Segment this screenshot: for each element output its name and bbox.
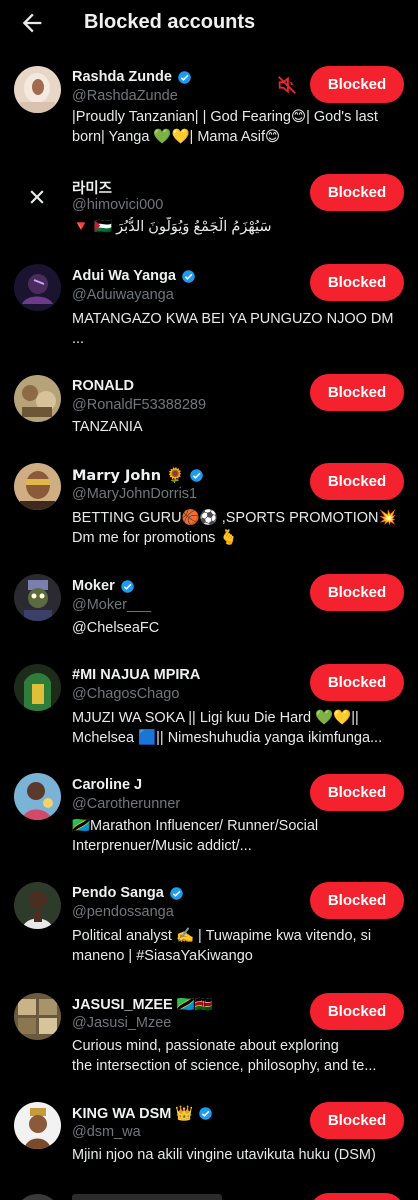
blocked-button[interactable]: Blocked: [310, 993, 404, 1030]
page-title: Blocked accounts: [84, 11, 256, 33]
account-name[interactable]: KING WA DSM 👑: [72, 1105, 193, 1122]
blocked-button[interactable]: Blocked: [310, 463, 404, 500]
account-handle: @Carotherunner: [72, 796, 181, 812]
blocked-button[interactable]: Blocked: [310, 1102, 404, 1139]
blocked-account-row[interactable]: JASUSI_MZEE 🇹🇿🇰🇪 @Jasusi_Mzee Blocked Cu…: [0, 992, 418, 1082]
bio-line: born| Yanga 💚💛| Mama Asif😊: [72, 129, 281, 145]
blocked-button[interactable]: Blocked: [310, 374, 404, 411]
bio-line: ...: [72, 331, 85, 347]
blocked-button[interactable]: Blocked: [310, 774, 404, 811]
bio-line: Mjini njoo na akili vingine utavikuta hu…: [72, 1147, 376, 1163]
account-handle: @RonaldF53388289: [72, 397, 207, 413]
blocked-button[interactable]: Blocked: [310, 174, 404, 211]
muted-speaker-icon: [278, 76, 296, 94]
blocked-account-row[interactable]: Marry John 🌻 @MaryJohnDorris1 Blocked BE…: [0, 463, 418, 553]
verified-badge-icon: [182, 269, 195, 283]
bio-line: Interprenuer/Music addict/...: [72, 838, 252, 854]
blocked-account-row[interactable]: Adui Wa Yanga @Aduiwayanga Blocked MATAN…: [0, 264, 418, 354]
blocked-account-row[interactable]: Rashda Zunde @RashdaZunde Blocked |Proud…: [0, 64, 418, 154]
account-handle: @pendossanga: [72, 904, 174, 920]
verified-badge-icon: [178, 70, 191, 84]
blocked-button[interactable]: Blocked: [310, 574, 404, 611]
blocked-button[interactable]: Blocked: [310, 66, 404, 103]
account-name[interactable]: Moker: [72, 578, 115, 594]
blocked-account-row[interactable]: Caroline J @Carotherunner Blocked 🇹🇿Mara…: [0, 773, 418, 863]
verified-badge-icon: [170, 886, 183, 900]
blocked-account-row[interactable]: Pendo Sanga @pendossanga Blocked Politic…: [0, 882, 418, 972]
avatar[interactable]: [14, 1194, 61, 1200]
avatar[interactable]: [14, 264, 61, 311]
bio-line: Dm me for promotions 🫰: [72, 530, 238, 546]
top-bar: Blocked accounts: [0, 0, 418, 48]
blocked-account-row-partial[interactable]: [0, 1190, 418, 1200]
verified-badge-icon: [120, 579, 134, 593]
account-name[interactable]: Pendo Sanga: [72, 885, 164, 901]
bio-line: the intersection of science, philosophy,…: [72, 1058, 377, 1074]
bio-line: @ChelseaFC: [72, 620, 160, 636]
verified-badge-icon: [199, 1107, 213, 1120]
account-name[interactable]: #MI NAJUA MPIRA: [72, 667, 200, 683]
blocked-account-row[interactable]: Moker @Moker___ Blocked @ChelseaFC: [0, 574, 418, 644]
bio-line: سَيُهْزَمُ الْجَمْعُ وَيُوَلُّونَ الدُّب…: [72, 219, 272, 235]
account-name[interactable]: JASUSI_MZEE 🇹🇿🇰🇪: [72, 996, 213, 1013]
blocked-account-row[interactable]: #MI NAJUA MPIRA @ChagosChago Blocked MJU…: [0, 663, 418, 753]
bio-line: maneno | #SiasaYaKiwango: [72, 948, 253, 964]
avatar[interactable]: [14, 1102, 61, 1149]
bio-line: Mchelsea 🟦|| Nimeshuhudia yanga ikimfung…: [72, 730, 383, 746]
avatar[interactable]: [14, 463, 61, 510]
blocked-account-row[interactable]: 라미즈 @himovici000 Blocked سَيُهْزَمُ الْج…: [0, 174, 418, 244]
blocked-account-row[interactable]: KING WA DSM 👑 @dsm_wa Blocked Mjini njoo…: [0, 1102, 418, 1172]
avatar[interactable]: [14, 574, 61, 621]
blocked-button-partial[interactable]: [310, 1193, 404, 1200]
bio-line: Political analyst ✍️ | Tuwapime kwa vite…: [72, 928, 372, 944]
bio-line: TANZANIA: [72, 419, 143, 435]
bio-line: Curious mind, passionate about exploring: [72, 1038, 339, 1054]
blocked-button[interactable]: Blocked: [310, 664, 404, 701]
bio-line: MJUZI WA SOKA || Ligi kuu Die Hard 💚💛||: [72, 710, 359, 726]
account-handle: @dsm_wa: [72, 1124, 141, 1140]
avatar[interactable]: [14, 664, 61, 711]
account-handle: @himovici000: [72, 197, 164, 213]
account-name[interactable]: Marry John 🌻: [72, 467, 184, 484]
account-name-placeholder: [72, 1194, 222, 1200]
x-close-icon[interactable]: [27, 187, 47, 207]
account-name[interactable]: Rashda Zunde: [72, 69, 172, 85]
blocked-button[interactable]: Blocked: [310, 264, 404, 301]
account-name[interactable]: RONALD: [72, 378, 134, 394]
account-name[interactable]: Caroline J: [72, 777, 142, 793]
blocked-button[interactable]: Blocked: [310, 882, 404, 919]
avatar[interactable]: [14, 375, 61, 422]
account-handle: @Moker___: [72, 597, 152, 613]
bio-line: MATANGAZO KWA BEI YA PUNGUZO NJOO DM: [72, 311, 394, 327]
bio-line: 🇹🇿Marathon Influencer/ Runner/Social: [72, 818, 319, 834]
account-handle: @MaryJohnDorris1: [72, 486, 198, 502]
bio-line: |Proudly Tanzanian| | God Fearing😊| God'…: [72, 109, 378, 125]
account-handle: @RashdaZunde: [72, 88, 178, 104]
bio-line: BETTING GURU🏀⚽ ,SPORTS PROMOTION💥: [72, 510, 397, 526]
avatar[interactable]: [14, 993, 61, 1040]
blocked-account-row[interactable]: RONALD @RonaldF53388289 Blocked TANZANIA: [0, 374, 418, 444]
verified-badge-icon: [190, 469, 203, 482]
avatar[interactable]: [14, 66, 61, 113]
account-handle: @Aduiwayanga: [72, 287, 174, 303]
avatar[interactable]: [14, 882, 61, 929]
account-name[interactable]: Adui Wa Yanga: [72, 268, 176, 284]
account-name[interactable]: 라미즈: [72, 177, 112, 198]
account-handle: @ChagosChago: [72, 686, 180, 702]
avatar[interactable]: [14, 773, 61, 820]
arrow-left-icon[interactable]: [18, 9, 46, 37]
account-handle: @Jasusi_Mzee: [72, 1015, 172, 1031]
